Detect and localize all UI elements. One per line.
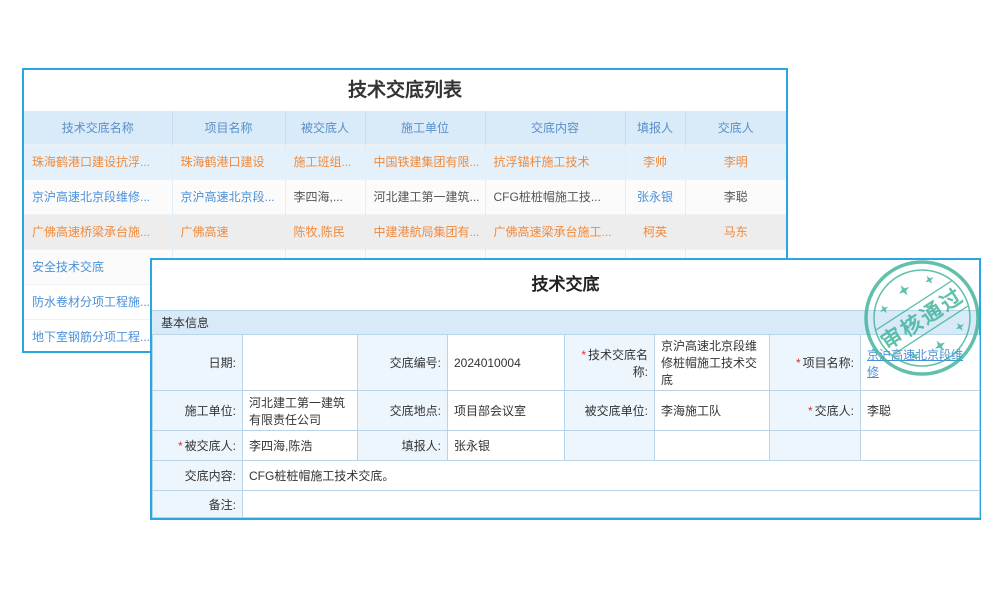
remark-label: 备注: (153, 491, 243, 518)
disclosed-person-cell: 陈牧,陈民 (285, 214, 365, 249)
disclosure-content-cell: 广佛高速梁承台施工... (485, 214, 625, 249)
empty-1-value (655, 431, 770, 461)
disclosure-form-window: 技术交底 基本信息 日期:交底编号:2024010004*技术交底名称:京沪高速… (150, 258, 981, 520)
disclosure-name-cell: 广佛高速桥梁承台施... (24, 214, 172, 249)
construction-unit-cell: 河北建工第一建筑... (365, 179, 485, 214)
required-marker: * (581, 348, 586, 362)
disclosed-unit-value: 李海施工队 (655, 391, 770, 431)
form-row: 施工单位:河北建工第一建筑有限责任公司交底地点:项目部会议室被交底单位:李海施工… (153, 391, 980, 431)
list-header-row: 技术交底名称项目名称被交底人施工单位交底内容填报人交底人 (24, 111, 786, 144)
page: 技术交底列表 技术交底名称项目名称被交底人施工单位交底内容填报人交底人 珠海鹤港… (0, 0, 1000, 600)
filler-cell[interactable]: 张永银 (625, 179, 685, 214)
disclosure-name-cell[interactable]: 京沪高速北京段维修... (24, 179, 172, 214)
disclosed-person-cell: 施工班组... (285, 144, 365, 179)
column-header-discloser: 交底人 (685, 111, 786, 144)
disclosure-no-label: 交底编号: (358, 335, 448, 391)
discloser-label: *交底人: (770, 391, 861, 431)
project-name-link[interactable]: 京沪高速北京段维修 (867, 348, 963, 379)
empty-2-label (770, 431, 861, 461)
form-row: 备注: (153, 491, 980, 518)
table-row: 珠海鹤港口建设抗浮...珠海鹤港口建设施工班组...中国铁建集团有限...抗浮锚… (24, 144, 786, 179)
column-header-disclosed-person: 被交底人 (285, 111, 365, 144)
empty-1-label (565, 431, 655, 461)
empty-2-value (861, 431, 980, 461)
filler-label: 填报人: (358, 431, 448, 461)
disclosure-place-label: 交底地点: (358, 391, 448, 431)
required-marker: * (796, 356, 801, 370)
form-table-body: 日期: 交底编号:2024010004*技术交底名称:京沪高速北京段维修桩帽施工技… (153, 335, 980, 518)
basic-info-section-header: 基本信息 (152, 310, 979, 335)
project-name-cell: 广佛高速 (172, 214, 285, 249)
filler-cell: 李帅 (625, 144, 685, 179)
disclosed-unit-label: 被交底单位: (565, 391, 655, 431)
discloser-cell: 马东 (685, 214, 786, 249)
project-name-cell: 珠海鹤港口建设 (172, 144, 285, 179)
table-row: 京沪高速北京段维修...京沪高速北京段...李四海,...河北建工第一建筑...… (24, 179, 786, 214)
remark-value (243, 491, 980, 518)
discloser-cell: 李聪 (685, 179, 786, 214)
disclosure-content-cell: CFG桩桩帽施工技... (485, 179, 625, 214)
disclosed-person-value: 李四海,陈浩 (243, 431, 358, 461)
form-title: 技术交底 (152, 260, 979, 310)
construction-unit-cell: 中建港航局集团有... (365, 214, 485, 249)
disclosure-content-cell: 抗浮锚杆施工技术 (485, 144, 625, 179)
disclosure-name-value: 京沪高速北京段维修桩帽施工技术交底 (655, 335, 770, 391)
construction-unit-cell: 中国铁建集团有限... (365, 144, 485, 179)
construction-unit-label: 施工单位: (153, 391, 243, 431)
form-row: 交底内容:CFG桩桩帽施工技术交底。 (153, 461, 980, 491)
disclosure-name-label: *技术交底名称: (565, 335, 655, 391)
disclosure-form-table: 日期: 交底编号:2024010004*技术交底名称:京沪高速北京段维修桩帽施工技… (152, 335, 980, 518)
required-marker: * (178, 439, 183, 453)
disclosed-person-label: *被交底人: (153, 431, 243, 461)
required-marker: * (808, 404, 813, 418)
disclosed-person-cell: 李四海,... (285, 179, 365, 214)
filler-cell: 柯英 (625, 214, 685, 249)
list-title: 技术交底列表 (24, 70, 786, 111)
column-header-disclosure-content: 交底内容 (485, 111, 625, 144)
date-value (243, 335, 358, 391)
form-row: 日期: 交底编号:2024010004*技术交底名称:京沪高速北京段维修桩帽施工技… (153, 335, 980, 391)
form-row: *被交底人:李四海,陈浩填报人:张永银 (153, 431, 980, 461)
project-name-label: *项目名称: (770, 335, 861, 391)
discloser-value: 李聪 (861, 391, 980, 431)
disclosure-name-cell: 珠海鹤港口建设抗浮... (24, 144, 172, 179)
column-header-disclosure-name: 技术交底名称 (24, 111, 172, 144)
column-header-project-name: 项目名称 (172, 111, 285, 144)
discloser-cell: 李明 (685, 144, 786, 179)
column-header-construction-unit: 施工单位 (365, 111, 485, 144)
column-header-filler: 填报人 (625, 111, 685, 144)
table-row: 广佛高速桥梁承台施...广佛高速陈牧,陈民中建港航局集团有...广佛高速梁承台施… (24, 214, 786, 249)
construction-unit-value: 河北建工第一建筑有限责任公司 (243, 391, 358, 431)
filler-value: 张永银 (448, 431, 565, 461)
disclosure-place-value: 项目部会议室 (448, 391, 565, 431)
project-name-cell[interactable]: 京沪高速北京段... (172, 179, 285, 214)
date-label: 日期: (153, 335, 243, 391)
project-name-value[interactable]: 京沪高速北京段维修 (861, 335, 980, 391)
disclosure-content-label: 交底内容: (153, 461, 243, 491)
disclosure-no-value: 2024010004 (448, 335, 565, 391)
disclosure-content-value: CFG桩桩帽施工技术交底。 (243, 461, 980, 491)
